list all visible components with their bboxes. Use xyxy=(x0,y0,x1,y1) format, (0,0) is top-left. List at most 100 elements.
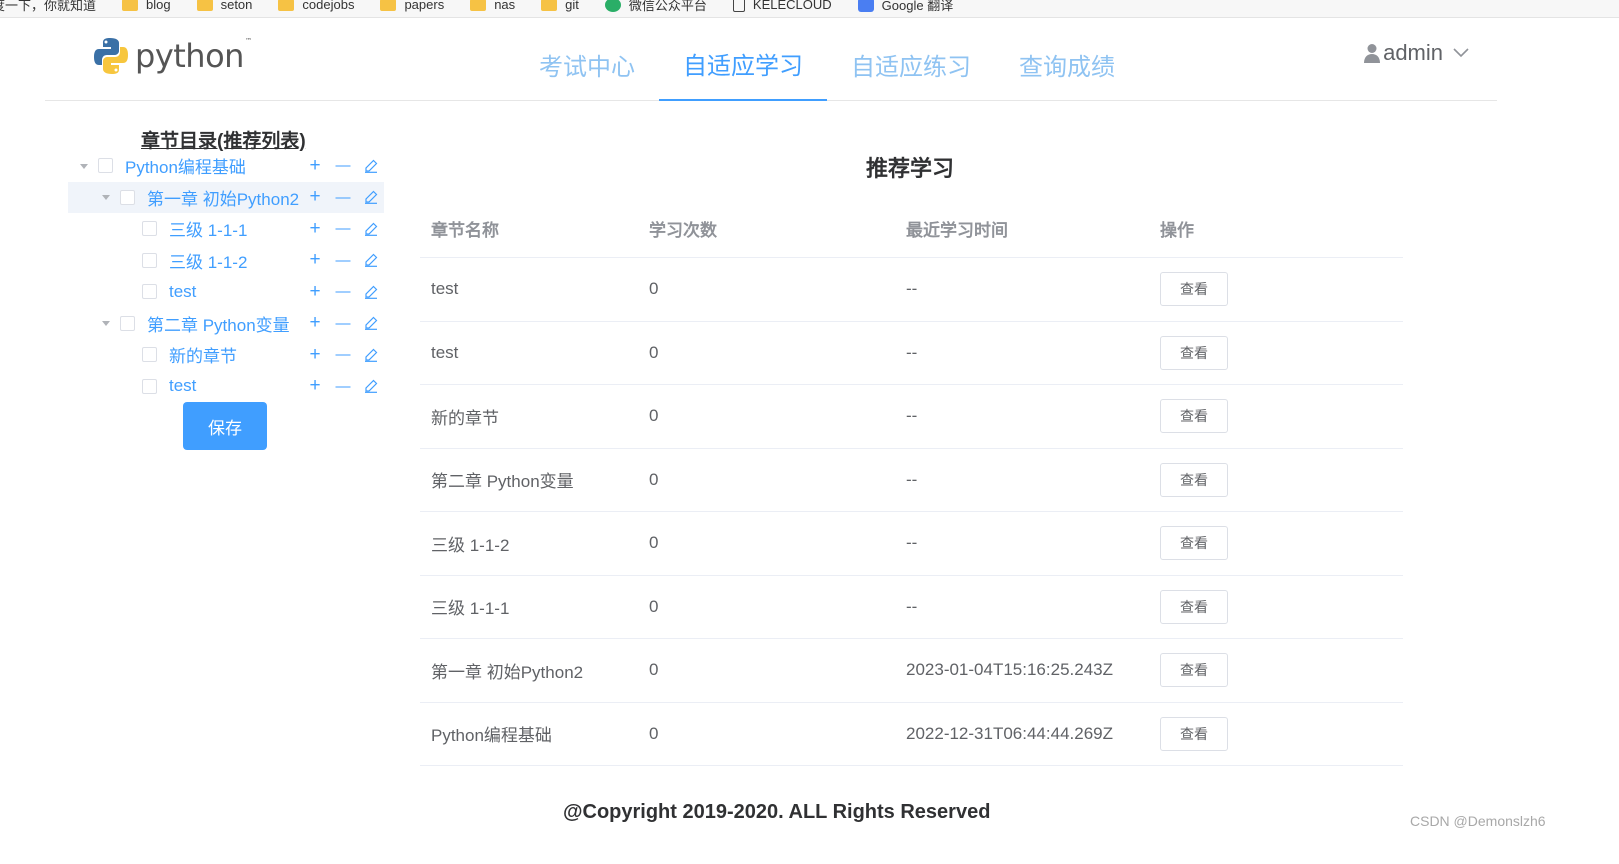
cell-count: 0 xyxy=(649,469,659,489)
node-checkbox[interactable] xyxy=(142,347,157,363)
view-button[interactable]: 查看 xyxy=(1160,716,1228,751)
tree-node-actions: + — xyxy=(301,182,385,214)
add-node-button[interactable]: + xyxy=(301,375,329,397)
tree-node-label: 三级 1-1-1 xyxy=(169,221,248,241)
bookmark-item[interactable]: codejobs xyxy=(278,0,354,12)
bookmark-item[interactable]: nas xyxy=(470,0,515,12)
bookmark-item[interactable]: Google 翻译 xyxy=(857,0,953,14)
tree-node[interactable]: 三级 1-1-2 + — xyxy=(68,245,384,277)
nav-query-scores[interactable]: 查询成绩 xyxy=(995,18,1139,101)
tree-node[interactable]: 三级 1-1-1 + — xyxy=(68,213,384,245)
bookmarks-bar: 度一下，你就知道 blog seton codejobs papers nas git 微信公… xyxy=(0,0,1619,18)
save-button[interactable]: 保存 xyxy=(183,402,267,450)
view-button[interactable]: 查看 xyxy=(1160,272,1228,307)
node-checkbox[interactable] xyxy=(142,252,157,268)
nav-adaptive-practice[interactable]: 自适应练习 xyxy=(827,18,995,101)
edit-node-icon[interactable] xyxy=(357,285,385,299)
node-checkbox[interactable] xyxy=(120,189,135,205)
bookmark-item[interactable]: papers xyxy=(380,0,444,12)
tree-node-actions: + — xyxy=(301,150,385,182)
edit-node-icon[interactable] xyxy=(357,222,385,236)
tree-node-label: 第二章 Python变量 xyxy=(147,315,290,335)
tree-node[interactable]: test + — xyxy=(68,371,384,403)
add-node-button[interactable]: + xyxy=(301,218,329,240)
table-row: test 0 -- 查看 xyxy=(420,258,1403,322)
add-node-button[interactable]: + xyxy=(301,186,329,208)
cell-last-time: -- xyxy=(906,406,918,426)
logo-text: python™ xyxy=(135,37,252,75)
cell-count: 0 xyxy=(649,279,659,299)
nav-exam-center[interactable]: 考试中心 xyxy=(515,18,659,101)
remove-node-button[interactable]: — xyxy=(329,283,357,300)
remove-node-button[interactable]: — xyxy=(329,315,357,332)
remove-node-button[interactable]: — xyxy=(329,157,357,174)
cell-name: test xyxy=(431,279,459,299)
add-node-button[interactable]: + xyxy=(301,155,329,177)
tree-node-label: Python编程基础 xyxy=(125,158,246,178)
folder-icon xyxy=(122,0,139,11)
bookmark-item[interactable]: blog xyxy=(122,0,171,12)
view-button[interactable]: 查看 xyxy=(1160,653,1228,688)
tree-node[interactable]: 第一章 初始Python2 + — xyxy=(68,181,385,214)
tree-title: 章节目录(推荐列表) xyxy=(141,131,306,152)
cell-count: 0 xyxy=(649,596,659,616)
main-nav: 考试中心 自适应学习 自适应练习 查询成绩 xyxy=(515,18,1139,101)
view-button[interactable]: 查看 xyxy=(1160,399,1228,434)
node-checkbox[interactable] xyxy=(142,221,157,237)
tree-node[interactable]: test + — xyxy=(68,276,384,308)
tree-node[interactable]: 新的章节 + — xyxy=(68,339,384,371)
remove-node-button[interactable]: — xyxy=(329,189,357,206)
table-row: 第二章 Python变量 0 -- 查看 xyxy=(420,449,1403,512)
edit-node-icon[interactable] xyxy=(357,379,385,394)
view-button[interactable]: 查看 xyxy=(1160,526,1228,561)
edit-node-icon[interactable] xyxy=(357,316,385,331)
edit-node-icon[interactable] xyxy=(357,159,385,173)
cell-action: 查看 xyxy=(1149,716,1403,751)
bookmark-item[interactable]: seton xyxy=(196,0,252,12)
user-menu[interactable]: admin xyxy=(1363,40,1471,66)
folder-icon xyxy=(278,0,295,11)
add-node-button[interactable]: + xyxy=(301,281,329,303)
node-checkbox[interactable] xyxy=(142,378,157,394)
remove-node-button[interactable]: — xyxy=(329,378,357,395)
python-logo[interactable]: python™ xyxy=(93,36,252,76)
edit-node-icon[interactable] xyxy=(357,190,385,205)
folder-icon xyxy=(196,0,213,11)
csdn-watermark: CSDN @Demonslzh6 xyxy=(1410,813,1546,829)
table-row: 新的章节 0 -- 查看 xyxy=(420,385,1403,449)
view-button[interactable]: 查看 xyxy=(1160,589,1228,624)
view-button[interactable]: 查看 xyxy=(1160,462,1228,497)
remove-node-button[interactable]: — xyxy=(329,220,357,237)
cell-action: 查看 xyxy=(1149,272,1403,307)
bookmark-label: git xyxy=(565,0,579,12)
edit-node-icon[interactable] xyxy=(357,348,385,362)
bookmark-item[interactable]: 度一下，你就知道 xyxy=(0,0,96,14)
node-checkbox[interactable] xyxy=(98,158,113,174)
user-icon xyxy=(1364,44,1381,63)
tree-node[interactable]: 第二章 Python变量 + — xyxy=(68,308,384,340)
caret-down-icon[interactable] xyxy=(100,317,112,329)
tree-node-actions: + — xyxy=(301,276,385,308)
remove-node-button[interactable]: — xyxy=(329,252,357,269)
caret-down-icon[interactable] xyxy=(78,160,90,172)
cell-action: 查看 xyxy=(1149,462,1403,497)
view-button[interactable]: 查看 xyxy=(1160,335,1228,370)
caret-down-icon[interactable] xyxy=(100,191,112,203)
table-body: test 0 -- 查看 test 0 -- 查看 新的章节 0 -- 查看 第二章 Python变量 0… xyxy=(420,258,1403,766)
node-checkbox[interactable] xyxy=(120,315,135,331)
add-node-button[interactable]: + xyxy=(301,344,329,366)
bookmark-item[interactable]: git xyxy=(541,0,579,12)
remove-node-button[interactable]: — xyxy=(329,346,357,363)
edit-node-icon[interactable] xyxy=(357,253,385,268)
node-checkbox[interactable] xyxy=(142,284,157,300)
bookmark-item[interactable]: 微信公众平台 xyxy=(604,0,707,14)
bookmark-label: 度一下，你就知道 xyxy=(0,0,97,13)
add-node-button[interactable]: + xyxy=(301,312,329,334)
bookmark-item[interactable]: KELECLOUD xyxy=(732,0,832,12)
nav-adaptive-learning[interactable]: 自适应学习 xyxy=(659,18,827,101)
cell-name: 第一章 初始Python2 xyxy=(431,662,584,682)
add-node-button[interactable]: + xyxy=(301,249,329,271)
cell-name: test xyxy=(431,342,459,362)
tree-node[interactable]: Python编程基础 + — xyxy=(68,150,384,182)
cell-action: 查看 xyxy=(1149,589,1403,624)
